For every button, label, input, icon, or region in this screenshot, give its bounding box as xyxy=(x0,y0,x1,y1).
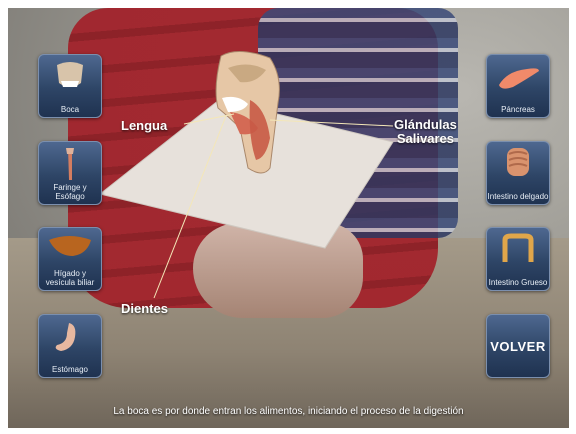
intestino-grueso-button-label: Intestino Grueso xyxy=(488,278,548,287)
label-dientes: Dientes xyxy=(121,301,168,316)
volver-button[interactable]: VOLVER xyxy=(486,314,550,378)
higado-vesicula-button[interactable]: Hígado y vesícula biliar xyxy=(38,227,102,291)
viewport: Lengua Glándulas Salivares Dientes Boca … xyxy=(0,0,576,434)
intestino-grueso-button[interactable]: Intestino Grueso xyxy=(486,227,550,291)
intestino-delgado-button-label: Intestino delgado xyxy=(487,192,549,201)
caption-text: La boca es por donde entran los alimento… xyxy=(113,406,464,417)
faringe-esofago-button[interactable]: Faringe y Esófago xyxy=(38,141,102,205)
ar-camera-view: Lengua Glándulas Salivares Dientes Boca … xyxy=(8,8,569,428)
estomago-button[interactable]: Estómago xyxy=(38,314,102,378)
estomago-button-label: Estómago xyxy=(51,365,89,374)
faringe-esofago-button-label: Faringe y Esófago xyxy=(53,183,87,201)
higado-vesicula-button-label: Hígado y vesícula biliar xyxy=(45,269,95,287)
boca-button-label: Boca xyxy=(60,105,80,114)
label-glandulas-line2: Salivares xyxy=(396,131,454,146)
label-lengua: Lengua xyxy=(121,118,168,133)
pancreas-button[interactable]: Páncreas xyxy=(486,54,550,118)
intestino-delgado-button[interactable]: Intestino delgado xyxy=(486,141,550,205)
boca-button[interactable]: Boca xyxy=(38,54,102,118)
label-glandulas-line1: Glándulas xyxy=(394,117,457,132)
pancreas-button-label: Páncreas xyxy=(501,105,535,114)
label-glandulas-salivares: Glándulas Salivares xyxy=(394,118,457,146)
